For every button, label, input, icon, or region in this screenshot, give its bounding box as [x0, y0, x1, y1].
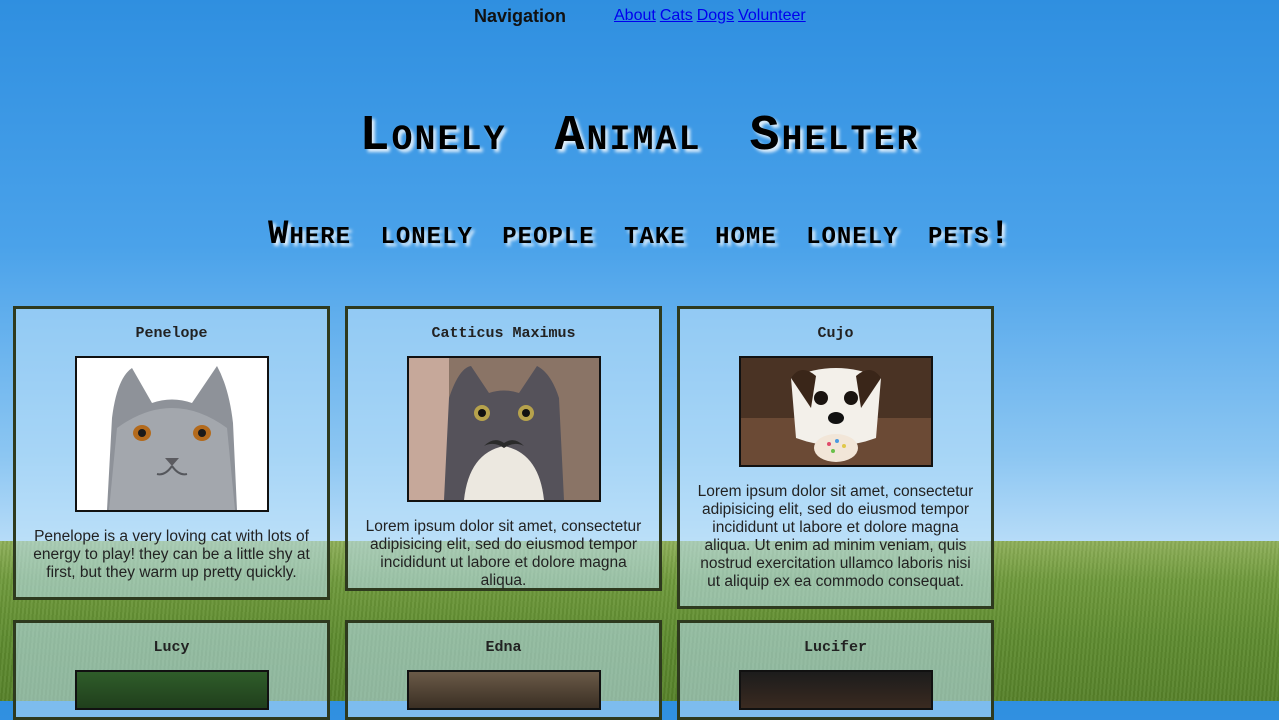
pet-photo-mustache-cat [406, 356, 601, 502]
pet-card-penelope: Penelope Penelope is a very loving cat w… [13, 306, 330, 600]
pet-description: Lorem ipsum dolor sit amet, consectetur … [365, 518, 642, 589]
nav-link-volunteer[interactable]: Volunteer [738, 7, 806, 24]
page-title: Lonely Animal Shelter [359, 108, 920, 165]
pet-description: Lorem ipsum dolor sit amet, consectetur … [697, 483, 974, 590]
pet-card-cujo: Cujo Lorem ipsum dolor sit amet, consect… [677, 306, 994, 609]
nav-links: About Cats Dogs Volunteer [614, 7, 810, 25]
page-subtitle: Where lonely people take home lonely pet… [268, 216, 1011, 254]
nav-link-about[interactable]: About [614, 7, 656, 24]
pet-name: Cujo [817, 325, 854, 342]
nav-link-dogs[interactable]: Dogs [697, 7, 734, 24]
pet-photo-dog-cupcake [738, 356, 933, 467]
pet-photo-lucy [74, 670, 269, 710]
pet-photo-lucifer [738, 670, 933, 710]
pet-name: Lucifer [803, 639, 867, 656]
pet-photo-gray-cat [74, 356, 269, 512]
nav-link-cats[interactable]: Cats [660, 7, 693, 24]
nav-title: Navigation [474, 6, 567, 26]
pet-card-lucifer: Lucifer [677, 620, 994, 720]
pet-name: Lucy [153, 639, 190, 656]
pet-photo-edna [406, 670, 601, 710]
pet-card-catticus-maximus: Catticus Maximus Lorem ipsum dolor sit a… [345, 306, 662, 591]
pet-description: Penelope is a very loving cat with lots … [33, 528, 310, 581]
pet-name: Penelope [135, 325, 208, 342]
pet-name: Edna [485, 639, 522, 656]
pet-name: Catticus Maximus [431, 325, 576, 342]
pet-card-lucy: Lucy [13, 620, 330, 720]
pet-card-edna: Edna [345, 620, 662, 720]
top-navigation: Navigation About Cats Dogs Volunteer [0, 5, 1279, 29]
